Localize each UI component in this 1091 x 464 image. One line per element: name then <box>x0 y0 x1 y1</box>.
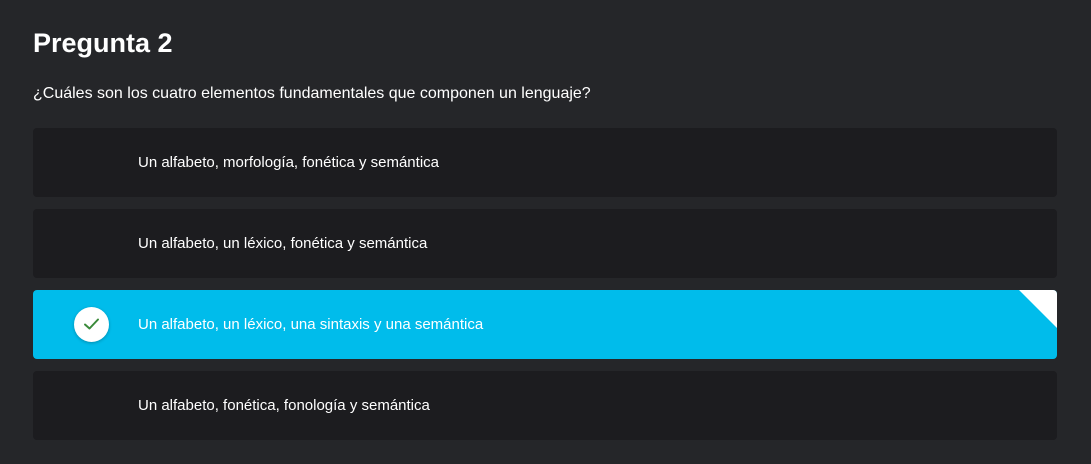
question-text: ¿Cuáles son los cuatro elementos fundame… <box>33 85 591 102</box>
answer-options: Un alfabeto, morfología, fonética y semá… <box>33 128 1057 452</box>
quiz-page: Pregunta 2 ¿Cuáles son los cuatro elemen… <box>0 0 1091 464</box>
answer-option-4[interactable]: Un alfabeto, fonética, fonología y semán… <box>33 371 1057 440</box>
answer-option-label: Un alfabeto, fonética, fonología y semán… <box>138 397 430 414</box>
question-title: Pregunta 2 <box>33 28 173 58</box>
check-icon <box>74 307 109 342</box>
answer-option-label: Un alfabeto, morfología, fonética y semá… <box>138 154 439 171</box>
answer-option-2[interactable]: Un alfabeto, un léxico, fonética y semán… <box>33 209 1057 278</box>
answer-option-3[interactable]: Un alfabeto, un léxico, una sintaxis y u… <box>33 290 1057 359</box>
answer-option-label: Un alfabeto, un léxico, una sintaxis y u… <box>138 316 484 333</box>
answer-option-1[interactable]: Un alfabeto, morfología, fonética y semá… <box>33 128 1057 197</box>
corner-fold-icon <box>1019 290 1057 328</box>
answer-option-label: Un alfabeto, un léxico, fonética y semán… <box>138 235 428 252</box>
